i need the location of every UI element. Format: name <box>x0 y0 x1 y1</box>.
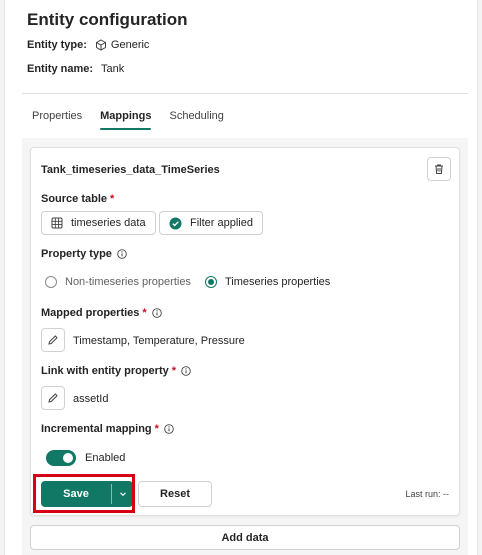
info-icon <box>181 366 191 376</box>
save-dropdown-button[interactable] <box>112 481 133 507</box>
entity-type-value: Generic <box>110 39 150 51</box>
entity-type-label: Entity type: <box>27 39 87 51</box>
link-entity-property-label: Link with entity property * <box>41 365 191 377</box>
mapping-card: Tank_timeseries_data_TimeSeries Source t… <box>30 147 460 516</box>
info-icon <box>151 308 162 318</box>
link-property-value: assetId <box>73 393 109 405</box>
chevron-down-icon <box>119 492 126 497</box>
radio-non-timeseries[interactable] <box>45 276 57 288</box>
incremental-mapping-toggle[interactable] <box>46 450 76 466</box>
edit-link-property-button[interactable] <box>41 386 65 410</box>
radio-timeseries-label: Timeseries properties <box>224 276 331 288</box>
property-type-radio-group: Non-timeseries properties Timeseries pro… <box>45 276 344 288</box>
radio-non-timeseries-label: Non-timeseries properties <box>65 276 191 288</box>
info-icon <box>117 249 127 259</box>
table-icon <box>51 217 63 229</box>
radio-timeseries[interactable] <box>204 276 217 288</box>
tab-properties[interactable]: Properties <box>32 110 82 130</box>
entity-name-row: Entity name: Tank <box>27 63 124 75</box>
pencil-icon <box>48 393 58 403</box>
last-run-status: Last run: -- <box>405 489 449 499</box>
source-table-button[interactable]: timeseries data <box>41 211 156 235</box>
check-circle-icon <box>169 217 182 229</box>
required-marker: * <box>110 193 115 205</box>
info-icon <box>164 424 174 434</box>
source-table-label: Source table * <box>41 193 115 205</box>
incremental-mapping-label: Incremental mapping * <box>41 423 174 435</box>
filter-applied-label: Filter applied <box>190 217 253 229</box>
filter-applied-button[interactable]: Filter applied <box>159 211 263 235</box>
entity-type-row: Entity type: Generic <box>27 39 149 51</box>
trash-icon <box>435 164 443 174</box>
mapped-properties-value: Timestamp, Temperature, Pressure <box>73 335 245 347</box>
tab-bar: Properties Mappings Scheduling <box>32 110 242 130</box>
entity-name-label: Entity name: <box>27 63 94 75</box>
source-table-value: timeseries data <box>71 217 146 229</box>
tab-scheduling[interactable]: Scheduling <box>169 110 223 130</box>
edit-mapped-properties-button[interactable] <box>41 328 65 352</box>
save-button[interactable]: Save <box>41 481 111 507</box>
reset-button[interactable]: Reset <box>138 481 212 507</box>
save-split-button: Save <box>41 481 133 507</box>
header-divider <box>22 93 468 94</box>
incremental-mapping-state: Enabled <box>85 452 126 464</box>
mapped-properties-label: Mapped properties * <box>41 307 162 319</box>
pencil-icon <box>48 335 58 345</box>
property-type-label: Property type <box>41 248 127 260</box>
page-title: Entity configuration <box>27 10 188 29</box>
mapping-title: Tank_timeseries_data_TimeSeries <box>41 164 220 176</box>
delete-mapping-button[interactable] <box>427 157 451 181</box>
cube-icon <box>95 39 106 51</box>
entity-name-value: Tank <box>101 63 125 75</box>
tab-mappings[interactable]: Mappings <box>100 110 152 130</box>
add-data-button[interactable]: Add data <box>30 525 460 550</box>
